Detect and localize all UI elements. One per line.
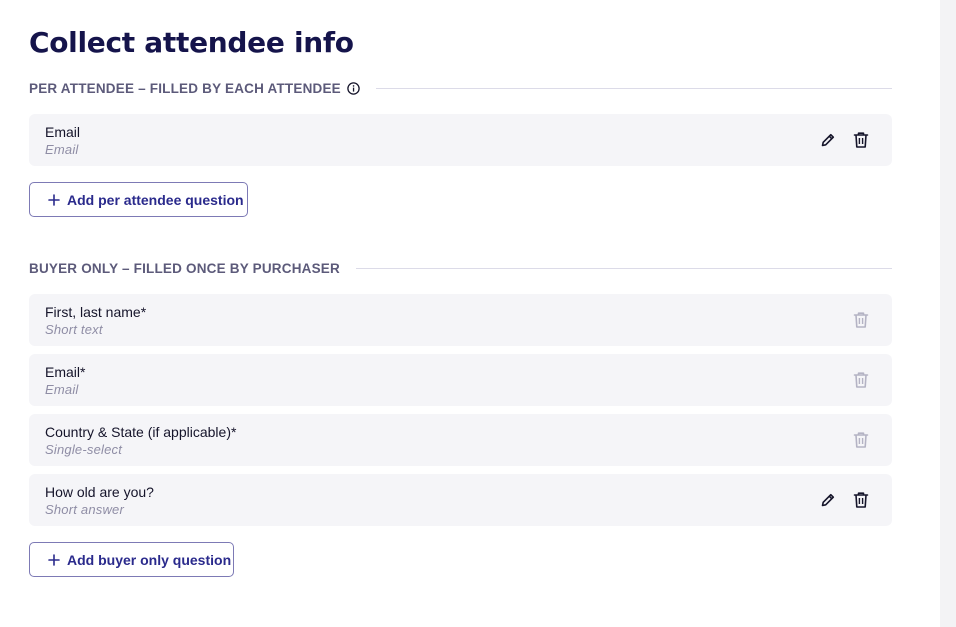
question-title: First, last name* (45, 304, 147, 320)
trash-icon (851, 430, 871, 450)
question-card-country-state[interactable]: Country & State (if applicable)* Single-… (29, 414, 892, 466)
per-attendee-section-header: PER ATTENDEE – FILLED BY EACH ATTENDEE (29, 79, 892, 97)
plus-icon (48, 193, 60, 206)
buyer-only-section-header: BUYER ONLY – FILLED ONCE BY PURCHASER (29, 259, 892, 277)
add-buyer-only-question-label: Add buyer only question (67, 551, 232, 568)
plus-icon (48, 553, 60, 566)
add-buyer-only-question-button[interactable]: Add buyer only question (29, 542, 234, 577)
edit-icon[interactable] (818, 490, 838, 510)
info-circle-icon[interactable] (347, 81, 360, 95)
question-type: Short answer (45, 502, 124, 517)
question-card-how-old[interactable]: How old are you? Short answer (29, 474, 892, 526)
section-divider (375, 87, 892, 89)
trash-icon (851, 310, 871, 330)
question-title: Email (45, 124, 81, 140)
buyer-only-section-label: BUYER ONLY – FILLED ONCE BY PURCHASER (29, 260, 340, 276)
add-per-attendee-question-label: Add per attendee question (67, 191, 244, 208)
trash-icon[interactable] (851, 490, 871, 510)
per-attendee-section-label: PER ATTENDEE – FILLED BY EACH ATTENDEE (29, 80, 341, 96)
question-type: Email (45, 382, 79, 397)
section-divider (355, 267, 892, 269)
question-type: Single-select (45, 442, 123, 457)
edit-icon[interactable] (818, 130, 838, 150)
right-side-panel (940, 0, 956, 627)
main-panel: Collect attendee info PER ATTENDEE – FIL… (0, 0, 940, 627)
trash-icon[interactable] (851, 130, 871, 150)
question-title: Email* (45, 364, 86, 380)
question-title: Country & State (if applicable)* (45, 424, 237, 440)
add-per-attendee-question-button[interactable]: Add per attendee question (29, 182, 248, 217)
question-card-per-attendee-email[interactable]: Email Email (29, 114, 892, 166)
question-title: How old are you? (45, 484, 154, 500)
trash-icon (851, 370, 871, 390)
question-card-first-last-name[interactable]: First, last name* Short text (29, 294, 892, 346)
question-type: Short text (45, 322, 103, 337)
question-type: Email (45, 142, 79, 157)
question-card-buyer-email[interactable]: Email* Email (29, 354, 892, 406)
page-title: Collect attendee info (29, 26, 354, 59)
